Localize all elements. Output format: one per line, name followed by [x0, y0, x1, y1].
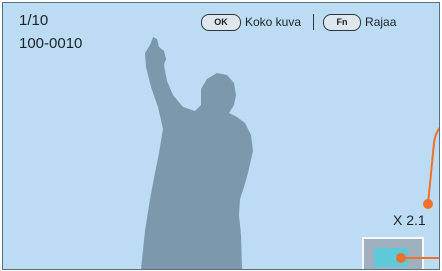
zoom-navigator [362, 237, 424, 269]
camera-playback-screen: 1/10 100-0010 OK Koko kuva Fn Rajaa X 2.… [2, 2, 440, 270]
fn-button-icon: Fn [323, 13, 362, 31]
fn-hint-label: Rajaa [365, 15, 397, 29]
file-number: 100-0010 [19, 35, 83, 52]
zoom-visible-area [374, 248, 408, 267]
ok-hint-label: Koko kuva [245, 15, 302, 29]
hint-separator [313, 14, 315, 30]
button-hint-bar: OK Koko kuva Fn Rajaa [201, 12, 396, 32]
ok-button-icon: OK [201, 13, 241, 31]
image-counter: 1/10 [19, 12, 49, 29]
zoom-level: X 2.1 [393, 212, 426, 228]
